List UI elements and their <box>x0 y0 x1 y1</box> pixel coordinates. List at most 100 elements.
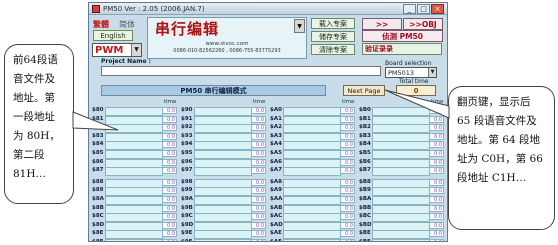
segment-time-field[interactable]: 0.0 <box>162 213 177 221</box>
segment-time-field[interactable]: 0.0 <box>340 204 355 212</box>
segment-time-field[interactable]: 0.0 <box>251 124 266 132</box>
window-title: PM50 Ver : 2.05 (2006.JAN.7) <box>103 5 205 13</box>
write-pm50-button[interactable]: >> PM50 <box>362 18 402 40</box>
voice-file-field[interactable] <box>372 167 430 177</box>
segment-time-field[interactable]: 0.0 <box>340 150 355 157</box>
minimize-button[interactable]: _ <box>403 4 416 14</box>
project-name-input[interactable] <box>101 66 381 76</box>
segment-time-field[interactable]: 0.0 <box>162 239 177 241</box>
segment-time-field[interactable]: 0.0 <box>251 167 266 175</box>
save-project-button[interactable]: 储存专案 <box>311 31 355 42</box>
segment-time-field[interactable]: 0.0 <box>251 187 266 195</box>
voice-file-field[interactable] <box>283 167 341 177</box>
segment-time-field[interactable]: 0.0 <box>251 141 266 149</box>
segment-time-field[interactable]: 0.0 <box>162 150 177 157</box>
segment-time-field[interactable]: 0.0 <box>429 158 444 166</box>
write-obj-button[interactable]: >>OBJ <box>403 18 443 30</box>
voice-file-field[interactable] <box>105 167 163 177</box>
segment-time-field[interactable]: 0.0 <box>340 221 355 229</box>
next-page-button[interactable]: Next Page <box>343 85 385 96</box>
segment-time-field[interactable]: 0.0 <box>162 132 177 140</box>
address-label: $8F <box>92 239 104 242</box>
segment-time-field[interactable]: 0.0 <box>340 158 355 166</box>
segment-time-field[interactable]: 0.0 <box>429 141 444 149</box>
detect-pm50-button[interactable]: 侦测 PM50 <box>362 30 443 42</box>
segment-time-field[interactable]: 0.0 <box>162 230 177 238</box>
traditional-chinese-option[interactable]: 繁體 <box>93 19 109 30</box>
segment-time-field[interactable]: 0.0 <box>162 187 177 195</box>
segment-time-field[interactable]: 0.0 <box>429 132 444 140</box>
segment-time-field[interactable]: 0.0 <box>251 204 266 212</box>
segment-time-field[interactable]: 0.0 <box>162 124 177 132</box>
segment-time-field[interactable]: 0.0 <box>429 167 444 175</box>
segment-time-field[interactable]: 0.0 <box>162 196 177 203</box>
chevron-down-icon[interactable]: ▼ <box>428 68 436 77</box>
address-row: $87 0.0 <box>92 166 178 177</box>
segment-time-field[interactable]: 0.0 <box>340 196 355 203</box>
segment-time-field[interactable]: 0.0 <box>429 150 444 157</box>
segment-time-field[interactable]: 0.0 <box>340 107 355 114</box>
close-button[interactable]: × <box>431 4 444 14</box>
verify-recording-select[interactable]: 验证录录 <box>362 43 442 55</box>
segment-time-field[interactable]: 0.0 <box>340 124 355 132</box>
chevron-down-icon[interactable]: ▼ <box>294 19 305 33</box>
voice-file-field[interactable] <box>283 239 341 241</box>
voice-file-field[interactable] <box>194 239 252 241</box>
segment-time-field[interactable]: 0.0 <box>162 141 177 149</box>
segment-time-field[interactable]: 0.0 <box>429 115 444 123</box>
segment-time-field[interactable]: 0.0 <box>162 167 177 175</box>
english-button[interactable]: English <box>93 30 133 41</box>
voice-file-field[interactable] <box>105 239 163 241</box>
edit-mode-select-value[interactable]: 串行编辑 <box>147 18 257 39</box>
app-icon <box>92 5 100 13</box>
segment-time-field[interactable]: 0.0 <box>251 158 266 166</box>
segment-time-field[interactable]: 0.0 <box>251 221 266 229</box>
segment-time-field[interactable]: 0.0 <box>340 141 355 149</box>
segment-time-field[interactable]: 0.0 <box>429 204 444 212</box>
segment-time-field[interactable]: 0.0 <box>251 239 266 241</box>
board-selection-select[interactable]: PM5013 ▼ <box>385 67 437 78</box>
segment-time-field[interactable]: 0.0 <box>162 221 177 229</box>
segment-time-field[interactable]: 0.0 <box>162 115 177 123</box>
clear-project-button[interactable]: 清除专案 <box>311 44 355 55</box>
segment-time-field[interactable]: 0.0 <box>251 150 266 157</box>
simplified-chinese-option[interactable]: 简体 <box>119 19 135 30</box>
segment-time-field[interactable]: 0.0 <box>340 115 355 123</box>
segment-time-field[interactable]: 0.0 <box>340 178 355 186</box>
segment-time-field[interactable]: 0.0 <box>251 178 266 186</box>
segment-time-field[interactable]: 0.0 <box>429 187 444 195</box>
segment-time-field[interactable]: 0.0 <box>340 167 355 175</box>
voice-file-field[interactable] <box>372 239 430 241</box>
segment-time-field[interactable]: 0.0 <box>429 124 444 132</box>
segment-time-field[interactable]: 0.0 <box>162 178 177 186</box>
title-bar[interactable]: PM50 Ver : 2.05 (2006.JAN.7) _ □ × <box>89 3 447 15</box>
segment-time-field[interactable]: 0.0 <box>429 178 444 186</box>
segment-time-field[interactable]: 0.0 <box>162 107 177 114</box>
segment-time-field[interactable]: 0.0 <box>162 158 177 166</box>
segment-time-field[interactable]: 0.0 <box>251 115 266 123</box>
segment-time-field[interactable]: 0.0 <box>429 239 444 241</box>
segment-time-field[interactable]: 0.0 <box>429 221 444 229</box>
output-mode-select[interactable]: PWM ▼ <box>92 43 142 57</box>
segment-time-field[interactable]: 0.0 <box>429 213 444 221</box>
segment-time-field[interactable]: 0.0 <box>429 230 444 238</box>
address-row: $BF 0.0 <box>359 238 445 241</box>
address-row: $A7 0.0 <box>270 166 356 177</box>
segment-time-field[interactable]: 0.0 <box>340 230 355 238</box>
voice-file-field[interactable] <box>194 167 252 177</box>
segment-time-field[interactable]: 0.0 <box>429 107 444 114</box>
segment-time-field[interactable]: 0.0 <box>162 204 177 212</box>
segment-time-field[interactable]: 0.0 <box>340 187 355 195</box>
chevron-down-icon[interactable]: ▼ <box>131 44 141 56</box>
segment-time-field[interactable]: 0.0 <box>251 230 266 238</box>
segment-time-field[interactable]: 0.0 <box>340 239 355 241</box>
segment-time-field[interactable]: 0.0 <box>251 213 266 221</box>
segment-time-field[interactable]: 0.0 <box>251 107 266 114</box>
maximize-button[interactable]: □ <box>417 4 430 14</box>
segment-time-field[interactable]: 0.0 <box>251 132 266 140</box>
segment-time-field[interactable]: 0.0 <box>429 196 444 203</box>
segment-time-field[interactable]: 0.0 <box>340 132 355 140</box>
load-project-button[interactable]: 载入专案 <box>311 18 355 29</box>
segment-time-field[interactable]: 0.0 <box>340 213 355 221</box>
segment-time-field[interactable]: 0.0 <box>251 196 266 203</box>
